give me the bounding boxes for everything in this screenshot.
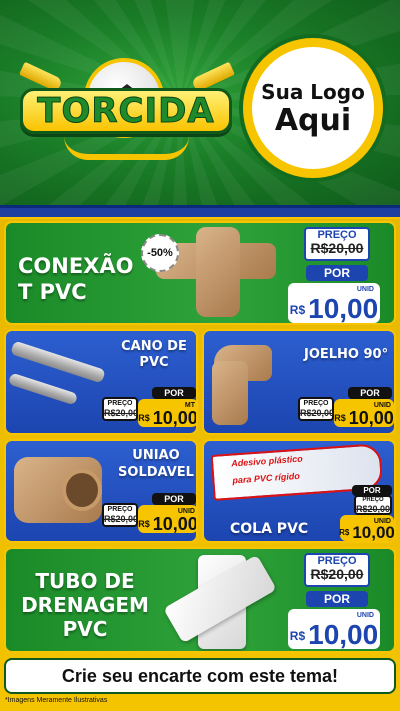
- price-unit: MT: [184, 402, 195, 409]
- cta-banner[interactable]: Crie seu encarte com este tema!: [4, 658, 396, 694]
- por-label: POR: [152, 493, 196, 505]
- preco-label: PREÇO: [362, 497, 384, 503]
- por-label: POR: [306, 265, 368, 281]
- currency: R$: [339, 528, 350, 537]
- price-value: 10,00: [152, 408, 198, 428]
- torcida-title: TORCIDA: [37, 91, 215, 132]
- currency: R$: [138, 413, 150, 423]
- old-price: R$20,00: [310, 240, 364, 256]
- product-title: CONEXÃO T PVC: [18, 253, 133, 305]
- logo-placeholder: Sua Logo Aqui: [243, 38, 383, 178]
- preco-box: PREÇO R$20,00: [354, 495, 392, 515]
- torcida-title-badge: TORCIDA: [20, 88, 232, 134]
- header-banner: TORCIDA Sua Logo Aqui: [0, 0, 400, 205]
- product-title-line3: PVC: [62, 617, 108, 641]
- disclaimer-text: *Imagens Meramente Ilustrativas: [5, 697, 108, 704]
- swoosh-decoration: [64, 136, 189, 160]
- product-card-uniao[interactable]: UNIAO SOLDAVEL POR PREÇO R$20,00 R$ 10,0…: [4, 439, 198, 543]
- elbow-fitting-image: [212, 361, 248, 425]
- old-price: R$20,00: [300, 408, 335, 418]
- product-title-line2: PVC: [139, 355, 169, 370]
- price-value: 10,00: [152, 514, 198, 534]
- preco-box: PREÇO R$20,00: [304, 553, 370, 587]
- preco-label: PREÇO: [107, 400, 133, 407]
- product-card-joelho[interactable]: JOELHO 90° POR PREÇO R$20,00 R$ 10,00 UN…: [202, 329, 396, 435]
- old-price: R$20,00: [356, 504, 391, 514]
- old-price: R$20,00: [104, 408, 139, 418]
- new-price: R$ 10,00 UNID: [339, 515, 395, 542]
- price-unit: UNID: [356, 286, 374, 293]
- product-title: CANO DE PVC: [114, 339, 194, 371]
- preco-label: PREÇO: [303, 400, 329, 407]
- product-title-line1: CONEXÃO: [18, 254, 134, 278]
- logo-line2: Aqui: [274, 102, 352, 138]
- new-price: R$ 10,00 UNID: [288, 283, 380, 323]
- new-price: R$ 10,00 UNID: [288, 609, 380, 649]
- price-unit: UNID: [177, 508, 195, 515]
- preco-box: PREÇO R$20,00: [304, 227, 370, 261]
- discount-badge: -50%: [141, 234, 179, 272]
- currency: R$: [289, 303, 306, 317]
- por-label: POR: [152, 387, 196, 399]
- price-value: 10,00: [308, 619, 379, 650]
- new-price: R$ 10,00 UNID: [334, 399, 394, 427]
- logo-line1: Sua Logo: [261, 79, 365, 104]
- currency: R$: [334, 413, 346, 423]
- product-title: JOELHO 90°: [304, 347, 389, 362]
- old-price: R$20,00: [310, 566, 364, 582]
- currency: R$: [138, 519, 150, 529]
- product-title-line2: DRENAGEM: [21, 593, 149, 617]
- old-price: R$20,00: [104, 514, 139, 524]
- product-title-line1: TUBO DE: [35, 569, 135, 593]
- price-value: 10,00: [352, 523, 395, 542]
- por-label: POR: [306, 591, 368, 607]
- price-unit: UNID: [356, 612, 374, 619]
- product-card-conexao[interactable]: CONEXÃO T PVC -50% PREÇO R$20,00 POR R$ …: [4, 221, 396, 325]
- price-value: 10,00: [348, 408, 394, 428]
- product-title-line2: T PVC: [18, 280, 87, 304]
- product-title: COLA PVC: [230, 521, 309, 537]
- product-title-line1: CANO DE: [121, 339, 187, 354]
- torcida-logo: TORCIDA: [14, 50, 239, 170]
- currency: R$: [289, 629, 306, 643]
- tee-fitting-image: [196, 227, 240, 317]
- por-label: POR: [348, 387, 392, 399]
- product-card-cola[interactable]: Adesivo plástico para PVC rígido COLA PV…: [202, 439, 396, 543]
- pipe-image: [7, 372, 79, 406]
- new-price: R$ 10,00 MT: [138, 399, 198, 428]
- price-unit: UNID: [373, 402, 391, 409]
- product-card-cano[interactable]: CANO DE PVC POR PREÇO R$20,00 R$ 10,00 M…: [4, 329, 198, 435]
- product-title-line1: UNIAO: [132, 448, 180, 463]
- product-title-line2: SOLDAVEL: [118, 465, 194, 480]
- preco-box: PREÇO R$20,00: [102, 503, 138, 527]
- product-title: UNIAO SOLDAVEL: [114, 447, 196, 481]
- preco-box: PREÇO R$20,00: [102, 397, 138, 421]
- preco-box: PREÇO R$20,00: [298, 397, 334, 421]
- product-title: TUBO DE DRENAGEM PVC: [20, 569, 150, 641]
- preco-label: PREÇO: [107, 506, 133, 513]
- product-card-tubo[interactable]: TUBO DE DRENAGEM PVC PREÇO R$20,00 POR R…: [4, 547, 396, 653]
- union-opening: [62, 469, 102, 511]
- price-value: 10,00: [308, 293, 379, 324]
- header-band: [0, 205, 400, 219]
- price-unit: UNID: [373, 518, 391, 525]
- new-price: R$ 10,00 UNID: [138, 505, 198, 534]
